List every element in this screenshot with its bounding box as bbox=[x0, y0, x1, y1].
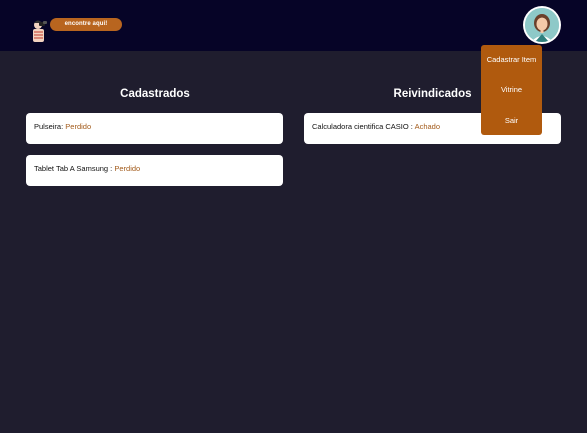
item-name: Tablet Tab A Samsung bbox=[34, 164, 109, 173]
item-card-pulseira[interactable]: Pulseira: Perdido bbox=[26, 113, 283, 144]
woman-avatar-icon bbox=[525, 8, 559, 42]
menu-item-cadastrar-item[interactable]: Cadastrar Item bbox=[481, 55, 542, 64]
item-status: Achado bbox=[414, 122, 440, 131]
section-title-cadastrados: Cadastrados bbox=[120, 88, 190, 100]
person-with-binoculars-icon bbox=[33, 20, 47, 42]
item-status: Perdido bbox=[65, 122, 92, 131]
logo[interactable]: encontre aqui! bbox=[28, 15, 122, 45]
menu-item-vitrine[interactable]: Vitrine bbox=[481, 85, 542, 94]
user-dropdown-menu: Cadastrar Item Vitrine Sair bbox=[481, 45, 542, 135]
avatar-image bbox=[525, 8, 559, 42]
item-card-tablet[interactable]: Tablet Tab A Samsung : Perdido bbox=[26, 155, 283, 186]
menu-item-sair[interactable]: Sair bbox=[481, 116, 542, 125]
item-status: Perdido bbox=[114, 164, 141, 173]
item-name: Pulseira bbox=[34, 122, 62, 131]
user-avatar[interactable] bbox=[523, 6, 561, 44]
item-name: Calculadora cientifica CASIO bbox=[312, 122, 409, 131]
logo-text: encontre aqui! bbox=[50, 18, 122, 31]
top-navbar: encontre aqui! bbox=[0, 0, 587, 51]
